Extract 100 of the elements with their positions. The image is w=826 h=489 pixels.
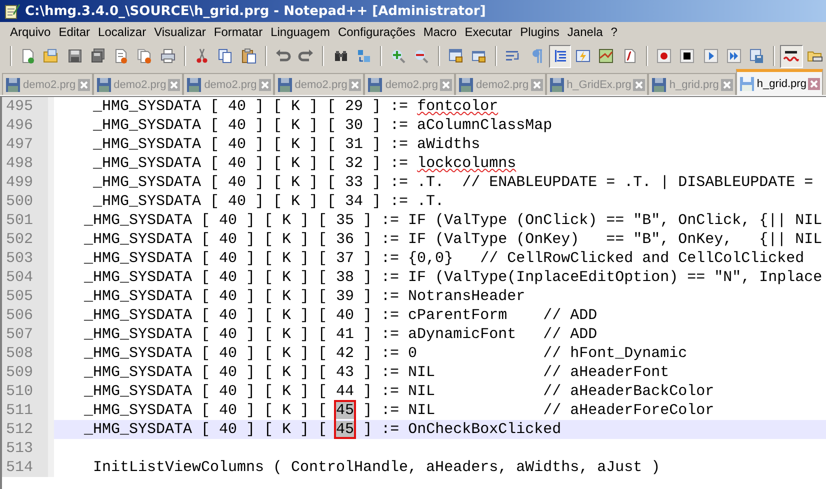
menu-item[interactable]: Executar — [460, 25, 516, 39]
menu-item[interactable]: Plugins — [516, 25, 564, 39]
menu-item[interactable]: ? — [606, 25, 622, 39]
close-icon[interactable] — [440, 78, 452, 90]
menu-item[interactable]: Visualizar — [150, 25, 210, 39]
undo-icon — [275, 48, 292, 64]
line-number: 506 — [2, 306, 54, 325]
menu-item[interactable]: Localizar — [94, 25, 150, 39]
line-number: 513 — [2, 439, 54, 458]
play-icon — [702, 48, 719, 64]
map-icon — [598, 48, 614, 64]
menu-item[interactable]: Linguagem — [266, 25, 334, 39]
line-number: 502 — [2, 230, 54, 249]
save-icon — [186, 76, 202, 92]
print-icon — [160, 48, 176, 64]
line-number: 504 — [2, 268, 54, 287]
highlight-frame — [334, 400, 356, 439]
redo-icon — [298, 48, 314, 64]
save-all-icon — [90, 48, 106, 64]
code-line: _HMG_SYSDATA [ 40 ] [ K ] [ 37 ] := {0,0} // CellRowClicked and CellColClicked — [83, 250, 804, 267]
menu-item[interactable]: Janela — [563, 25, 607, 39]
save-icon — [276, 76, 293, 92]
close-icon[interactable] — [633, 78, 646, 90]
menu-item[interactable]: Configurações — [334, 25, 420, 39]
stop-icon — [679, 48, 696, 64]
menu-item[interactable]: Editar — [54, 25, 94, 39]
line-number: 498 — [2, 154, 54, 173]
line-number: 500 — [2, 192, 54, 211]
code-line: _HMG_SYSDATA [ 40 ] [ K ] [ 45 ] := NIL // aHeaderForeColor — [83, 402, 714, 419]
spellcheck-button[interactable] — [780, 44, 803, 68]
line-number: 503 — [2, 249, 54, 268]
record-icon — [656, 48, 672, 64]
window-lock-icon — [448, 48, 464, 64]
zoom-out-icon — [413, 48, 430, 64]
code-line: _HMG_SYSDATA [ 40 ] [ K ] [ 41 ] := aDynamicFont // ADD — [83, 326, 598, 343]
menu-item[interactable]: Macro — [419, 25, 461, 39]
folder-icon — [43, 48, 60, 64]
close-icon[interactable] — [168, 78, 180, 90]
spellcheck-icon — [783, 48, 800, 64]
copy-icon — [217, 48, 234, 64]
code-line: _HMG_SYSDATA [ 40 ] [ K ] [ 36 ] := IF (ValType (OnKey) == "B", OnKey, {|| NIL — [83, 231, 822, 248]
code-line: _HMG_SYSDATA [ 40 ] [ K ] [ 38 ] := IF (ValType(InplaceEditOption) == "N", Inplace — [83, 269, 822, 286]
save-icon — [548, 76, 565, 92]
save-icon — [96, 76, 112, 92]
code-line: _HMG_SYSDATA [ 40 ] [ K ] [ 39 ] := NotransHeader — [83, 288, 526, 305]
fast-forward-icon — [726, 48, 742, 64]
line-number: 509 — [2, 363, 54, 382]
close-icon[interactable] — [808, 78, 820, 90]
code-line: _HMG_SYSDATA [ 40 ] [ K ] [ 32 ] := lockcolumns — [92, 155, 516, 172]
save-icon — [66, 48, 83, 64]
close-file-icon — [113, 48, 130, 64]
window-title: C:\hmg.3.4.0_\SOURCE\h_grid.prg - Notepad++ [Administrator] — [25, 4, 486, 18]
line-number: 512 — [2, 420, 54, 439]
code-line: _HMG_SYSDATA [ 40 ] [ K ] [ 31 ] := aWidths — [92, 136, 480, 153]
menu-item[interactable]: Formatar — [210, 25, 267, 39]
code-editor[interactable] — [0, 96, 826, 489]
save-icon — [738, 76, 755, 92]
close-all-icon — [136, 48, 153, 64]
code-line: _HMG_SYSDATA [ 40 ] [ K ] [ 42 ] := 0 // hFont_Dynamic — [83, 345, 688, 362]
code-line: _HMG_SYSDATA [ 40 ] [ K ] [ 34 ] := .T. — [92, 193, 444, 210]
line-number: 514 — [2, 458, 54, 477]
window-lock-icon — [471, 48, 487, 64]
notepad-icon — [4, 3, 20, 19]
file-tab[interactable]: h_grid.prg — [736, 69, 824, 95]
code-line: _HMG_SYSDATA [ 40 ] [ K ] [ 43 ] := NIL // aHeaderFont — [83, 364, 670, 381]
line-number: 511 — [2, 401, 54, 420]
lightning-icon — [575, 48, 592, 64]
line-number: 499 — [2, 173, 54, 192]
code-line: _HMG_SYSDATA [ 40 ] [ K ] [ 29 ] := fontcolor — [92, 98, 498, 115]
close-icon[interactable] — [258, 78, 271, 90]
code-line: _HMG_SYSDATA [ 40 ] [ K ] [ 33 ] := .T. // ENABLEUPDATE = .T. | DISABLEUPDATE = — [92, 174, 814, 191]
line-number: 505 — [2, 287, 54, 306]
save-icon — [651, 76, 668, 92]
save-icon — [5, 76, 21, 92]
function-icon — [622, 48, 638, 64]
save-icon — [367, 76, 384, 92]
line-number: 508 — [2, 344, 54, 363]
indent-guide-button[interactable] — [548, 44, 572, 68]
zoom-in-icon — [390, 48, 406, 64]
line-number: 496 — [2, 116, 54, 135]
code-line: _HMG_SYSDATA [ 40 ] [ K ] [ 45 ] := OnCheckBoxClicked — [83, 421, 562, 438]
close-icon[interactable] — [78, 78, 90, 90]
line-number: 510 — [2, 382, 54, 401]
binoculars-icon — [332, 48, 349, 64]
code-line: _HMG_SYSDATA [ 40 ] [ K ] [ 30 ] := aColumnClassMap — [92, 117, 552, 134]
save-icon — [458, 76, 474, 92]
code-line: InitListViewColumns ( ControlHandle, aHeaders, aWidths, aJust ) — [92, 459, 660, 476]
code-line: _HMG_SYSDATA [ 40 ] [ K ] [ 40 ] := cParentForm // ADD — [83, 307, 598, 324]
line-number: 495 — [2, 97, 54, 116]
code-line: _HMG_SYSDATA [ 40 ] [ K ] [ 44 ] := NIL // aHeaderBackColor — [83, 383, 714, 400]
close-icon[interactable] — [720, 78, 733, 90]
menu-item[interactable]: Arquivo — [6, 25, 55, 39]
code-line: _HMG_SYSDATA [ 40 ] [ K ] [ 35 ] := IF (ValType (OnClick) == "B", OnClick, {|| NIL — [83, 212, 822, 229]
save-macro-icon — [749, 48, 766, 64]
paste-icon — [240, 48, 257, 64]
new-file-icon — [20, 48, 36, 64]
line-number: 507 — [2, 325, 54, 344]
line-number: 497 — [2, 135, 54, 154]
close-icon[interactable] — [349, 78, 362, 90]
close-icon[interactable] — [530, 78, 543, 90]
